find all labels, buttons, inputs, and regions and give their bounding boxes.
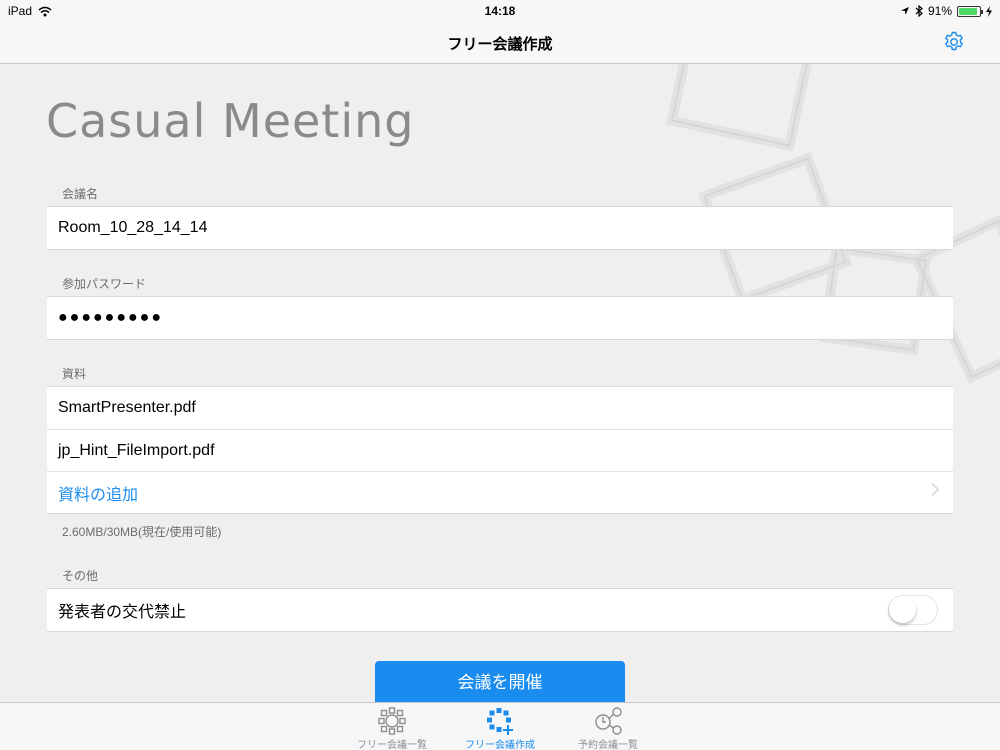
battery-level — [959, 7, 978, 15]
app-logo: Casual Meeting — [46, 94, 415, 148]
material-file-row[interactable]: SmartPresenter.pdf — [47, 387, 953, 429]
create-meeting-icon — [487, 708, 513, 735]
tab-label: フリー会議作成 — [465, 740, 535, 750]
presenter-lock-label: 発表者の交代禁止 — [58, 604, 187, 621]
settings-button[interactable] — [942, 30, 966, 54]
material-file-name: SmartPresenter.pdf — [58, 399, 196, 416]
other-group: 発表者の交代禁止 — [47, 588, 953, 632]
material-file-name: jp_Hint_FileImport.pdf — [58, 441, 215, 459]
location-arrow-icon — [900, 7, 909, 15]
status-time: 14:18 — [484, 4, 516, 18]
meeting-name-group — [47, 206, 953, 250]
status-right: 91% — [900, 4, 992, 18]
password-field[interactable]: ●●●●●●●●● — [58, 309, 163, 327]
storage-usage: 2.60MB/30MB(現在/使用可能) — [62, 525, 222, 539]
add-material-link[interactable]: 資料の追加 — [58, 481, 138, 505]
main-content: Casual Meeting 会議名 参加パスワード ●●●●●●●●● 資料 … — [0, 64, 1000, 702]
password-label: 参加パスワード — [62, 277, 147, 291]
meeting-name-input[interactable] — [58, 219, 918, 237]
battery-percent: 91% — [927, 4, 952, 18]
presenter-lock-toggle[interactable] — [888, 595, 938, 625]
tab-bar: フリー会議一覧 フリー会議作成 予約会議一覧 — [0, 702, 1000, 750]
charging-bolt-icon — [986, 5, 992, 17]
battery-icon — [957, 5, 983, 17]
tab-label: 予約会議一覧 — [578, 740, 638, 750]
nav-title: フリー会議作成 — [447, 36, 553, 53]
toggle-knob — [889, 596, 916, 623]
start-meeting-button[interactable]: 会議を開催 — [375, 661, 625, 702]
password-row[interactable]: ●●●●●●●●● — [47, 297, 953, 339]
tab-scheduled-meetings[interactable]: 予約会議一覧 — [553, 703, 663, 750]
materials-label: 資料 — [62, 367, 87, 381]
meeting-name-row — [47, 207, 953, 249]
bluetooth-icon — [915, 5, 923, 17]
materials-group: SmartPresenter.pdf jp_Hint_FileImport.pd… — [47, 386, 953, 514]
status-bar: iPad 14:18 91% — [0, 0, 1000, 22]
add-material-row[interactable]: 資料の追加 — [47, 471, 953, 513]
meeting-list-icon — [378, 707, 406, 735]
meeting-name-label: 会議名 — [62, 187, 99, 201]
scheduled-meeting-icon — [595, 707, 622, 735]
gear-icon — [944, 31, 964, 51]
navigation-bar: フリー会議作成 — [0, 22, 1000, 64]
chevron-right-icon — [926, 483, 939, 496]
tab-meeting-list[interactable]: フリー会議一覧 — [337, 703, 447, 750]
tab-create-meeting[interactable]: フリー会議作成 — [445, 703, 555, 750]
password-group: ●●●●●●●●● — [47, 296, 953, 340]
other-label: その他 — [62, 569, 99, 583]
material-file-row[interactable]: jp_Hint_FileImport.pdf — [47, 429, 953, 471]
tab-label: フリー会議一覧 — [357, 740, 427, 750]
presenter-lock-row: 発表者の交代禁止 — [47, 589, 953, 631]
